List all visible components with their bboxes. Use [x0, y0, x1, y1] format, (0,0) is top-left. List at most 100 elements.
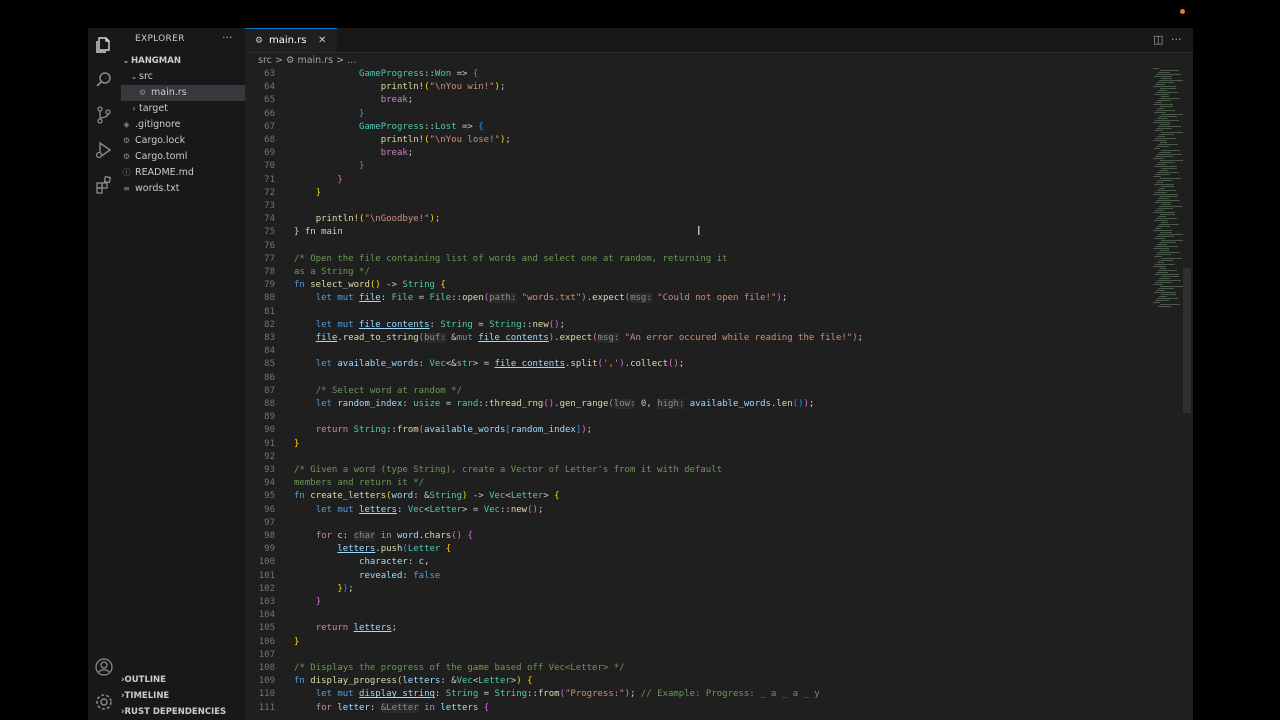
scrollbar-thumb[interactable] [1183, 268, 1191, 413]
code-view[interactable]: 63 GameProgress::Won => {64 println!("\n… [245, 68, 1193, 720]
project-folder[interactable]: ⌄ HANGMAN [121, 53, 245, 69]
code-line[interactable]: 70 } [245, 160, 1185, 173]
code-line[interactable]: 63 GameProgress::Won => { [245, 68, 1185, 81]
breadcrumb-folder[interactable]: src [258, 55, 272, 66]
code-line[interactable]: 91} [245, 438, 1185, 451]
minimap-line [1155, 84, 1165, 85]
code-line[interactable]: 79 fn select_word() -> String { [245, 279, 1185, 292]
tree-item-cargo-toml[interactable]: ⚙ Cargo.toml [121, 149, 245, 165]
code-line[interactable]: 102 }); [245, 583, 1185, 596]
extensions-icon[interactable] [93, 174, 115, 196]
code-line[interactable]: 107 [245, 649, 1185, 662]
panel-timeline[interactable]: ›TIMELINE [121, 688, 245, 704]
code-line[interactable]: 67 GameProgress::Lost => { [245, 121, 1185, 134]
code-line[interactable]: 100 character: c, [245, 556, 1185, 569]
code-line[interactable]: 86 [245, 372, 1185, 385]
code-line[interactable]: 101 revealed: false [245, 570, 1185, 583]
code-line[interactable]: 90 return String::from(available_words[r… [245, 424, 1185, 437]
code-token: "\nGoodbye!" [364, 214, 430, 225]
code-line[interactable]: 97 [245, 517, 1185, 530]
code-line[interactable]: 108 /* Displays the progress of the game … [245, 662, 1185, 675]
code-line[interactable]: 85 let available_words: Vec<&str> = file… [245, 358, 1185, 371]
tab-label: main.rs [269, 35, 307, 46]
panel-rust-dependencies[interactable]: ›RUST DEPENDENCIES [121, 704, 245, 720]
minimap-line [1159, 224, 1179, 225]
code-line[interactable]: 78 as a String */ [245, 266, 1185, 279]
search-icon[interactable] [93, 69, 115, 91]
tree-item-readme[interactable]: ⓘ README.md [121, 165, 245, 181]
code-line[interactable]: 106} [245, 636, 1185, 649]
code-token: /* Displays the progress of the game bas… [294, 663, 625, 673]
panel-outline[interactable]: ›OUTLINE [121, 672, 245, 688]
tree-item-src[interactable]: ⌄ src [121, 69, 245, 85]
tab-main-rs[interactable]: ⚙ main.rs ✕ [245, 28, 337, 52]
breadcrumb-symbol[interactable]: > ... [336, 55, 356, 66]
code-line[interactable]: 81 [245, 306, 1185, 319]
code-line[interactable]: 103 } [245, 596, 1185, 609]
code-line[interactable]: 84 [245, 345, 1185, 358]
code-line[interactable]: 93 /* Given a word (type String), create … [245, 464, 1185, 477]
code-line[interactable]: 111 for letter: &Letter in letters { [245, 702, 1185, 715]
code-line[interactable]: 88 let random_index: usize = rand::threa… [245, 398, 1185, 411]
code-line[interactable]: 76 [245, 240, 1185, 253]
code-line[interactable]: 82 let mut file_contents: String = Strin… [245, 319, 1185, 332]
minimap-line [1161, 168, 1177, 169]
code-line[interactable]: 95 fn create_letters(word: &String) -> Ve… [245, 490, 1185, 503]
minimap-line [1155, 246, 1178, 247]
code-line[interactable]: 64 println!("\nYou win!"); [245, 81, 1185, 94]
account-icon[interactable] [93, 656, 115, 678]
minimap-line [1158, 198, 1169, 199]
code-line[interactable]: 65 break; [245, 94, 1185, 107]
code-line[interactable]: 73 [245, 200, 1185, 213]
code-line[interactable]: 99 letters.push(Letter { [245, 543, 1185, 556]
more-actions-icon[interactable]: ··· [1171, 33, 1182, 46]
code-line[interactable]: 87 /* Select word at random */ [245, 385, 1185, 398]
line-number: 75 [264, 227, 275, 238]
files-icon[interactable] [93, 34, 115, 56]
tree-item-main-rs[interactable]: ⚙ main.rs [121, 85, 245, 101]
code-line[interactable]: 89 [245, 411, 1185, 424]
code-line[interactable]: 105 return letters; [245, 622, 1185, 635]
minimap-line [1155, 300, 1169, 301]
code-line[interactable]: 110 let mut display_string: String = Str… [245, 688, 1185, 701]
close-icon[interactable]: ✕ [318, 29, 326, 53]
code-line[interactable]: 77 /* Open the file containing list of wo… [245, 253, 1185, 266]
source-control-icon[interactable] [93, 104, 115, 126]
line-number: 76 [264, 240, 275, 251]
code-line[interactable]: 72 } [245, 187, 1185, 200]
run-debug-icon[interactable] [93, 139, 115, 161]
code-line[interactable]: 68 println!("\nYou lose!"); [245, 134, 1185, 147]
code-line[interactable]: 71 } [245, 174, 1185, 187]
split-editor-icon[interactable]: ◫ [1153, 33, 1163, 46]
minimap-line [1161, 132, 1183, 133]
ellipsis-icon[interactable]: ··· [222, 31, 233, 44]
code-line[interactable]: 104 [245, 609, 1185, 622]
code-line[interactable]: 83 file.read_to_string(buf: &mut file_co… [245, 332, 1185, 345]
code-line[interactable]: 69 break; [245, 147, 1185, 160]
code-line[interactable]: 96 let mut letters: Vec<Letter> = Vec::n… [245, 504, 1185, 517]
minimap-line [1153, 284, 1163, 285]
code-line[interactable]: 92 [245, 451, 1185, 464]
code-line[interactable]: 94 members and return it */ [245, 477, 1185, 490]
code-line[interactable]: 98 for c: char in word.chars() { [245, 530, 1185, 543]
tree-item-words-txt[interactable]: ≡ words.txt [121, 181, 245, 197]
code-line[interactable]: 74 println!("\nGoodbye!"); [245, 213, 1185, 226]
line-number: 103 [258, 597, 275, 607]
tree-item-target[interactable]: › target [121, 101, 245, 117]
tree-item-cargo-lock[interactable]: ⚙ Cargo.lock [121, 133, 245, 149]
minimap[interactable] [1153, 68, 1183, 328]
code-line[interactable]: 75} fn main [245, 226, 1185, 239]
code-token: -> [380, 280, 403, 291]
code-token: len [776, 399, 793, 409]
code-token: revealed [359, 570, 403, 581]
minimap-line [1154, 76, 1172, 77]
code-line[interactable]: 109 fn display_progress(letters: &Vec<Let… [245, 675, 1185, 688]
code-line[interactable]: 80 let mut file: File = File::open(path:… [245, 292, 1185, 305]
minimap-line [1159, 242, 1176, 243]
tree-item-gitignore[interactable]: ◈ .gitignore [121, 117, 245, 133]
breadcrumb-file[interactable]: main.rs [297, 55, 333, 66]
settings-gear-icon[interactable] [93, 691, 115, 713]
code-line[interactable]: 66 } [245, 108, 1185, 121]
